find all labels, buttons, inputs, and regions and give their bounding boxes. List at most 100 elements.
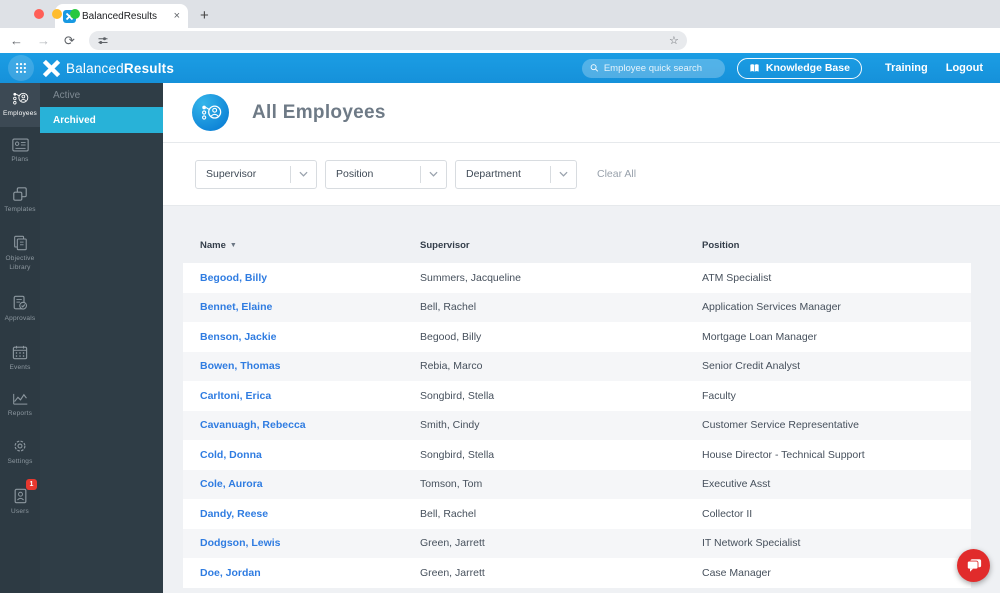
position-cell: Senior Credit Analyst	[702, 360, 801, 373]
new-tab-button[interactable]: +	[200, 7, 209, 24]
sidebar-item-employees[interactable]: Employees	[0, 83, 40, 127]
objective-library-icon	[14, 236, 27, 251]
position-cell: IT Network Specialist	[702, 537, 801, 550]
supervisor-cell: Summers, Jacqueline	[420, 271, 521, 284]
supervisor-cell: Songbird, Stella	[420, 448, 495, 461]
sidebar-item-label: Templates	[4, 205, 36, 213]
employee-link[interactable]: Bennet, Elaine	[200, 301, 272, 313]
employee-link[interactable]: Doe, Jordan	[200, 567, 261, 579]
submenu-item-active[interactable]: Active	[40, 83, 163, 107]
forward-icon[interactable]: →	[37, 34, 50, 47]
position-cell: Executive Asst	[702, 478, 771, 491]
table-row: Dandy, Reese Bell, Rachel Collector II	[183, 499, 971, 529]
brand-logo[interactable]: BalancedResults	[42, 59, 174, 78]
table-row: Cavanuagh, Rebecca Smith, Cindy Customer…	[183, 410, 971, 440]
training-link[interactable]: Training	[885, 62, 928, 74]
page-title: All Employees	[252, 101, 386, 123]
app-header: BalancedResults Knowledge Base Training …	[0, 53, 1000, 83]
table-header-row: Name ▼ Supervisor Position	[183, 235, 971, 263]
bookmark-star-icon[interactable]: ☆	[669, 34, 679, 47]
table-row: Dodgson, Lewis Green, Jarrett IT Network…	[183, 528, 971, 558]
sidebar-item-templates[interactable]: Templates	[0, 175, 40, 225]
sidebar-item-label: Users	[11, 507, 29, 515]
column-header-position[interactable]: Position	[685, 240, 971, 251]
supervisor-cell: Green, Jarrett	[420, 566, 485, 579]
supervisor-cell: Bell, Rachel	[420, 507, 477, 520]
back-icon[interactable]: ←	[10, 34, 23, 47]
main-content: All Employees Supervisor Position Depart…	[163, 83, 1000, 593]
search-icon	[590, 64, 599, 72]
users-icon	[14, 488, 26, 503]
filter-bar: Supervisor Position Department Clear All	[163, 142, 1000, 205]
supervisor-filter-dropdown[interactable]: Supervisor	[195, 159, 317, 189]
approvals-icon	[13, 295, 28, 310]
sort-desc-icon: ▼	[229, 242, 237, 249]
employee-link[interactable]: Cole, Aurora	[200, 478, 263, 490]
knowledge-base-label: Knowledge Base	[765, 62, 850, 74]
logout-link[interactable]: Logout	[946, 62, 983, 74]
plans-icon	[11, 138, 29, 152]
maximize-window-button[interactable]	[70, 9, 80, 19]
employee-link[interactable]: Cavanuagh, Rebecca	[200, 419, 306, 431]
table-row: Doe, Jordan Green, Jarrett Case Manager	[183, 558, 971, 588]
supervisor-cell: Songbird, Stella	[420, 389, 495, 402]
position-cell: Collector II	[702, 507, 753, 520]
address-bar[interactable]: ☆	[88, 31, 687, 50]
employees-table: Name ▼ Supervisor Position Begood, Billy …	[163, 205, 1000, 593]
employee-link[interactable]: Carltoni, Erica	[200, 390, 271, 402]
employee-link[interactable]: Bowen, Thomas	[200, 360, 281, 372]
sidebar-item-approvals[interactable]: Approvals	[0, 283, 40, 335]
window-controls[interactable]	[34, 9, 80, 19]
employee-link[interactable]: Benson, Jackie	[200, 331, 276, 343]
employee-quick-search[interactable]	[581, 58, 725, 78]
all-employees-icon	[192, 94, 229, 131]
users-notification-badge: 1	[26, 479, 37, 490]
table-row: Carltoni, Erica Songbird, Stella Faculty	[183, 381, 971, 411]
table-row: Cole, Aurora Tomson, Tom Executive Asst	[183, 469, 971, 499]
position-filter-dropdown[interactable]: Position	[325, 159, 447, 189]
position-cell: House Director - Technical Support	[702, 448, 865, 461]
clear-all-filters-link[interactable]: Clear All	[597, 168, 636, 180]
sidebar-item-events[interactable]: Events	[0, 335, 40, 382]
employees-submenu: Active Archived	[40, 83, 163, 593]
supervisor-cell: Tomson, Tom	[420, 478, 483, 491]
chat-bubbles-icon	[966, 559, 981, 572]
sidebar-item-label: Events	[9, 363, 31, 371]
chat-widget-button[interactable]	[957, 549, 990, 582]
column-header-name[interactable]: Name ▼	[183, 240, 403, 251]
employees-icon	[12, 92, 28, 105]
column-header-supervisor[interactable]: Supervisor	[403, 240, 685, 251]
sidebar-item-label: Employees	[3, 110, 37, 118]
employee-link[interactable]: Cold, Donna	[200, 449, 262, 461]
app-grid-icon[interactable]	[8, 55, 34, 81]
minimize-window-button[interactable]	[52, 9, 62, 19]
book-icon	[750, 63, 759, 72]
close-window-button[interactable]	[34, 9, 44, 19]
table-row: Benson, Jackie Begood, Billy Mortgage Lo…	[183, 322, 971, 352]
submenu-item-archived[interactable]: Archived	[40, 107, 163, 133]
table-row: Begood, Billy Summers, Jacqueline ATM Sp…	[183, 263, 971, 293]
events-icon	[12, 345, 28, 359]
search-input[interactable]	[603, 62, 717, 74]
tab-close-icon[interactable]: ×	[174, 10, 180, 22]
sidebar-item-label: Reports	[7, 410, 33, 418]
reload-icon[interactable]: ⟳	[64, 34, 75, 47]
tab-title: BalancedResults	[82, 10, 158, 22]
page-title-band: All Employees	[163, 83, 1000, 142]
position-cell: Mortgage Loan Manager	[702, 330, 817, 343]
sidebar-item-reports[interactable]: Reports	[0, 382, 40, 429]
knowledge-base-button[interactable]: Knowledge Base	[736, 57, 862, 79]
supervisor-cell: Smith, Cindy	[420, 419, 480, 432]
employee-link[interactable]: Dodgson, Lewis	[200, 537, 281, 549]
sidebar-item-plans[interactable]: Plans	[0, 127, 40, 175]
department-filter-dropdown[interactable]: Department	[455, 159, 577, 189]
templates-icon	[13, 186, 27, 201]
sidebar-item-objective-library[interactable]: Objective Library	[0, 225, 40, 283]
position-cell: Application Services Manager	[702, 301, 841, 314]
reports-icon	[12, 393, 27, 405]
employee-link[interactable]: Begood, Billy	[200, 272, 267, 284]
sidebar-item-label: Plans	[11, 155, 29, 163]
employee-link[interactable]: Dandy, Reese	[200, 508, 268, 520]
sidebar-item-users[interactable]: 1 Users	[0, 476, 40, 528]
sidebar-item-settings[interactable]: Settings	[0, 429, 40, 476]
